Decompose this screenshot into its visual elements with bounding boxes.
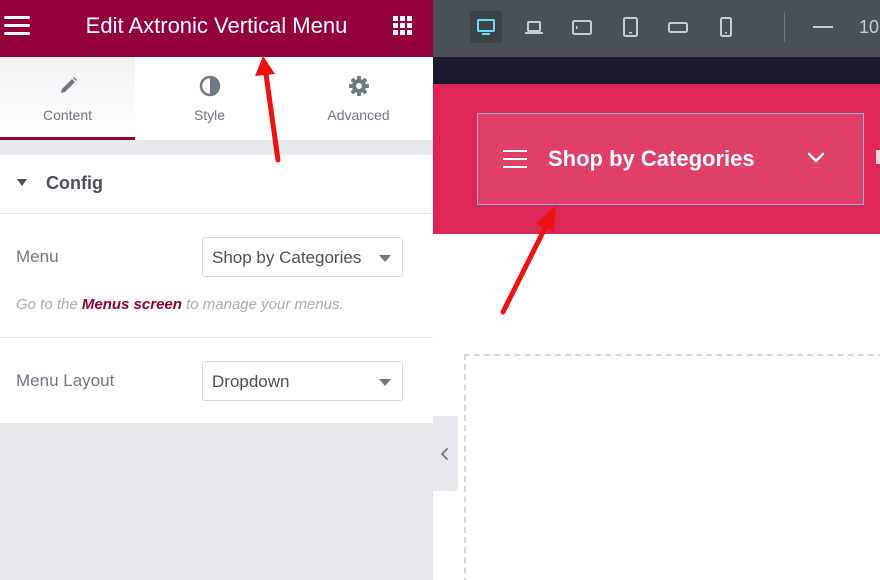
menus-screen-link[interactable]: Menus screen bbox=[82, 296, 182, 313]
device-mobile-landscape-button[interactable] bbox=[662, 11, 694, 43]
mobile-landscape-icon bbox=[668, 22, 688, 33]
empty-drop-area[interactable] bbox=[464, 354, 880, 580]
device-mobile-button[interactable] bbox=[710, 11, 742, 43]
panel-title: Edit Axtronic Vertical Menu bbox=[85, 13, 348, 38]
device-laptop-button[interactable] bbox=[518, 11, 550, 43]
panel-collapse-toggle[interactable] bbox=[433, 416, 458, 491]
panel-header: Edit Axtronic Vertical Menu bbox=[0, 0, 433, 57]
caret-down-icon bbox=[17, 179, 27, 186]
menu-layout-select[interactable]: Dropdown bbox=[202, 361, 403, 401]
tab-style[interactable]: Style bbox=[142, 57, 277, 140]
zoom-out-icon[interactable] bbox=[813, 26, 833, 28]
chevron-left-icon bbox=[441, 448, 448, 460]
pencil-icon bbox=[60, 77, 77, 93]
panel-tabs: Content Style Advanced bbox=[0, 57, 433, 140]
toolbar-divider bbox=[784, 12, 785, 42]
tab-advanced-label: Advanced bbox=[327, 107, 390, 123]
gear-icon bbox=[348, 76, 369, 96]
responsive-toolbar: 10 bbox=[433, 0, 880, 57]
menu-layout-value: Dropdown bbox=[212, 372, 290, 391]
menu-field-label: Menu bbox=[16, 247, 59, 266]
menu-layout-label: Menu Layout bbox=[16, 371, 115, 390]
desktop-icon bbox=[477, 19, 495, 35]
menu-help-text: Go to the Menus screen to manage your me… bbox=[16, 296, 344, 313]
mobile-icon bbox=[720, 17, 732, 37]
chevron-down-icon bbox=[379, 255, 391, 262]
editor-panel: Edit Axtronic Vertical Menu Content Styl… bbox=[0, 0, 433, 580]
preview-header-strip bbox=[433, 57, 880, 84]
half-circle-icon bbox=[199, 75, 220, 97]
menu-lines-icon bbox=[503, 150, 527, 170]
chevron-down-icon bbox=[379, 379, 391, 386]
preview-edge-element bbox=[876, 150, 880, 164]
tablet-icon bbox=[623, 17, 638, 37]
config-section-header[interactable]: Config bbox=[0, 155, 433, 214]
vertical-menu-title: Shop by Categories bbox=[548, 146, 755, 171]
device-desktop-button[interactable] bbox=[470, 11, 502, 43]
tab-advanced[interactable]: Advanced bbox=[291, 57, 426, 140]
tab-style-label: Style bbox=[193, 107, 226, 123]
divider bbox=[0, 337, 433, 338]
tab-content[interactable]: Content bbox=[0, 57, 135, 140]
laptop-icon bbox=[525, 21, 543, 34]
device-tablet-landscape-button[interactable] bbox=[566, 11, 598, 43]
menu-select[interactable]: Shop by Categories bbox=[202, 237, 403, 277]
widgets-grid-icon[interactable] bbox=[393, 16, 413, 36]
menu-select-value: Shop by Categories bbox=[212, 248, 362, 267]
config-section-title: Config bbox=[46, 173, 103, 193]
device-tablet-button[interactable] bbox=[614, 11, 646, 43]
chevron-down-icon bbox=[807, 152, 825, 163]
zoom-level: 10 bbox=[859, 17, 880, 37]
vertical-menu-widget[interactable]: Shop by Categories bbox=[477, 113, 864, 205]
tab-content-label: Content bbox=[42, 107, 93, 123]
editor-window: Edit Axtronic Vertical Menu Content Styl… bbox=[0, 0, 880, 580]
config-section: Config Menu Shop by Categories Go to the… bbox=[0, 155, 433, 423]
arrow-to-widget bbox=[500, 225, 548, 315]
tablet-landscape-icon bbox=[572, 20, 592, 35]
